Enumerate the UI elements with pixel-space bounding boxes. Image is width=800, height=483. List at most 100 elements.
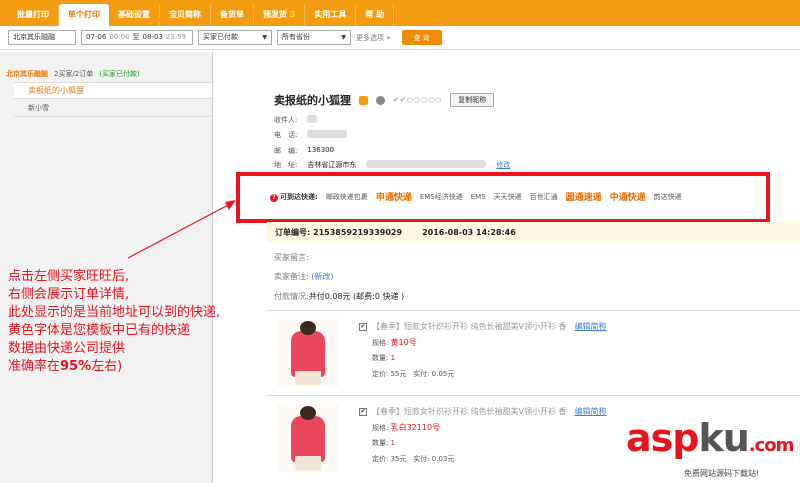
top-nav: 批量打印 单个打印 基础设置 宝贝简称 备货单 预发货 3 实用工具 帮 助 bbox=[0, 0, 800, 26]
filter-toolbar: 北京其乐融融 07-06 00:00 至 08-03 23:59 买家已付款 ▼ … bbox=[0, 26, 800, 50]
order-item-row: ✔ 【春季】短款女针织衫开衫 纯色长袖甜美V领小开衫 香编辑简称 规格: 黄10… bbox=[267, 310, 800, 394]
qty-label: 数量: bbox=[372, 439, 389, 447]
seller-note-row: 卖家备注: (新改) bbox=[274, 271, 334, 282]
courier-item: EMS bbox=[470, 192, 486, 201]
payment-value: 共付0.08元 (邮费:0 快递 ) bbox=[308, 292, 405, 301]
buyer-item[interactable]: 新小雪 bbox=[14, 99, 212, 117]
reachable-couriers-label: ? 可到达快递: bbox=[270, 192, 318, 202]
courier-item: 百世汇通 bbox=[529, 192, 558, 201]
annotation-suffix: 左右) bbox=[91, 359, 123, 374]
edit-alias-link[interactable]: 编辑简称 bbox=[575, 407, 607, 416]
payment-label: 付款情况: bbox=[274, 292, 309, 301]
tab-batch-print[interactable]: 批量打印 bbox=[8, 4, 59, 26]
product-name: 【春季】短款女针织衫开衫 纯色长袖甜美V领小开衫 香 bbox=[372, 322, 567, 331]
time-from: 00:00 bbox=[109, 33, 130, 41]
shop-select[interactable]: 北京其乐融融 bbox=[8, 30, 76, 45]
address-label: 地 址: bbox=[274, 161, 298, 169]
recipient-label: 收件人: bbox=[274, 116, 298, 124]
buyer-item-label: 卖报纸的小狐狸 bbox=[28, 86, 84, 95]
qty-label: 数量: bbox=[372, 354, 389, 362]
shop-select-value: 北京其乐融融 bbox=[13, 33, 55, 41]
price-value: 35元 bbox=[390, 455, 407, 463]
edit-address-link[interactable]: 修改 bbox=[496, 160, 510, 170]
tab-stock-list[interactable]: 备货单 bbox=[211, 4, 254, 26]
buyer-item-label: 新小雪 bbox=[28, 103, 49, 112]
more-options-link[interactable]: 更多选项 » bbox=[356, 33, 391, 43]
paid-label: 实付: bbox=[413, 455, 430, 463]
search-button[interactable]: 查 询 bbox=[401, 30, 442, 45]
buyer-message-label: 买家留言: bbox=[274, 253, 309, 262]
postcode-label: 邮 编: bbox=[274, 147, 298, 155]
price-value: 55元 bbox=[390, 370, 407, 378]
shop-group-name: 北京其乐融融 bbox=[6, 70, 48, 78]
product-qty-row: 数量: 1 bbox=[372, 353, 395, 363]
recipient-row: 收件人: bbox=[274, 115, 318, 125]
price-label: 定价: bbox=[372, 455, 389, 463]
product-price-row: 定价: 35元 实付: 0.03元 bbox=[372, 454, 454, 464]
buyer-title-row: 卖报纸的小狐狸 ✔✔○○○○○ 复制昵称 bbox=[274, 92, 495, 108]
province-value: 所有省份 bbox=[282, 33, 310, 41]
pre-ship-count-badge: 3 bbox=[289, 10, 296, 19]
price-label: 定价: bbox=[372, 370, 389, 378]
chevron-down-icon: ▼ bbox=[341, 34, 346, 41]
watermark-logo: aspku.com bbox=[626, 416, 794, 460]
order-time: 2016-08-03 14:28:46 bbox=[422, 227, 516, 237]
tab-single-print[interactable]: 单个打印 bbox=[59, 4, 109, 26]
qty-value: 1 bbox=[390, 354, 396, 362]
tab-tools[interactable]: 实用工具 bbox=[305, 4, 357, 26]
shop-group-count: 2买家/2订单 bbox=[54, 70, 94, 78]
tab-pre-ship-label: 预发货 bbox=[263, 10, 287, 19]
annotation-line: 数据由快递公司提供 bbox=[8, 341, 126, 356]
postcode-value: 136300 bbox=[307, 146, 335, 154]
seller-note-edit-link[interactable]: (新改) bbox=[311, 272, 333, 281]
order-number-value: 2153859219339029 bbox=[313, 227, 403, 237]
date-range-field[interactable]: 07-06 00:00 至 08-03 23:59 bbox=[81, 30, 193, 45]
help-icon[interactable]: ? bbox=[270, 193, 278, 202]
annotation-line: 点击左侧买家旺旺后, bbox=[8, 269, 130, 284]
item-checkbox[interactable]: ✔ bbox=[359, 408, 367, 416]
product-qty-row: 数量: 1 bbox=[372, 438, 395, 448]
tab-basic-settings[interactable]: 基础设置 bbox=[109, 4, 160, 26]
annotation-text: 点击左侧买家旺旺后, 右侧会展示订单详情, 此处显示的是当前地址可以到的快递, … bbox=[8, 268, 220, 376]
annotation-line: 右侧会展示订单详情, bbox=[8, 287, 130, 302]
spec-value: 黄10号 bbox=[390, 338, 417, 347]
product-price-row: 定价: 55元 实付: 0.05元 bbox=[372, 369, 454, 379]
tab-help[interactable]: 帮 助 bbox=[356, 4, 395, 26]
annotation-line: 此处显示的是当前地址可以到的快递, bbox=[8, 305, 221, 320]
date-range-separator: 至 bbox=[132, 33, 140, 41]
spec-value: 乳白32110号 bbox=[390, 423, 441, 432]
date-from: 07-06 bbox=[86, 33, 107, 41]
paid-value: 0.05元 bbox=[431, 370, 455, 378]
address-value: 吉林省辽源市东 bbox=[307, 161, 357, 169]
phone-label: 电 话: bbox=[274, 131, 298, 139]
postcode-row: 邮 编: 136300 bbox=[274, 146, 334, 156]
payment-row: 付款情况:共付0.08元 (邮费:0 快递 ) bbox=[274, 291, 404, 302]
phone-icon[interactable] bbox=[359, 95, 368, 105]
buyer-message-row: 买家留言: bbox=[274, 252, 309, 263]
courier-item: 韵达快递 bbox=[653, 192, 682, 201]
tab-pre-ship[interactable]: 预发货 3 bbox=[254, 4, 306, 26]
order-status-value: 买家已付款 bbox=[203, 33, 238, 41]
buyer-name: 卖报纸的小狐狸 bbox=[274, 94, 351, 107]
site-watermark: aspku.com 免费网站源码下载站! bbox=[626, 416, 794, 478]
edit-alias-link[interactable]: 编辑简称 bbox=[575, 322, 607, 331]
province-select[interactable]: 所有省份 ▼ bbox=[277, 30, 351, 45]
product-spec-row: 规格: 乳白32110号 bbox=[372, 422, 440, 433]
annotation-line: 黄色字体是您模板中已有的快递 bbox=[8, 323, 191, 338]
courier-item-highlighted: 圆通速递 bbox=[565, 193, 602, 203]
wangwang-icon[interactable] bbox=[376, 95, 385, 105]
date-to: 08-03 bbox=[142, 33, 163, 41]
tab-item-alias[interactable]: 宝贝简称 bbox=[160, 4, 211, 26]
double-chevron-icon: » bbox=[386, 33, 391, 42]
item-checkbox[interactable]: ✔ bbox=[359, 323, 367, 331]
paid-value: 0.03元 bbox=[431, 455, 455, 463]
spec-label: 规格: bbox=[372, 339, 389, 347]
product-image bbox=[277, 404, 339, 472]
chevron-down-icon: ▼ bbox=[262, 34, 267, 41]
shop-group-row[interactable]: 北京其乐融融 2买家/2订单 (买家已付款) bbox=[0, 66, 212, 82]
copy-nickname-button[interactable]: 复制昵称 bbox=[450, 93, 495, 107]
courier-item-highlighted: 中通快递 bbox=[609, 193, 646, 203]
phone-value-blurred bbox=[307, 130, 348, 138]
order-status-select[interactable]: 买家已付款 ▼ bbox=[198, 30, 272, 45]
buyer-item-selected[interactable]: 卖报纸的小狐狸 bbox=[14, 82, 212, 99]
